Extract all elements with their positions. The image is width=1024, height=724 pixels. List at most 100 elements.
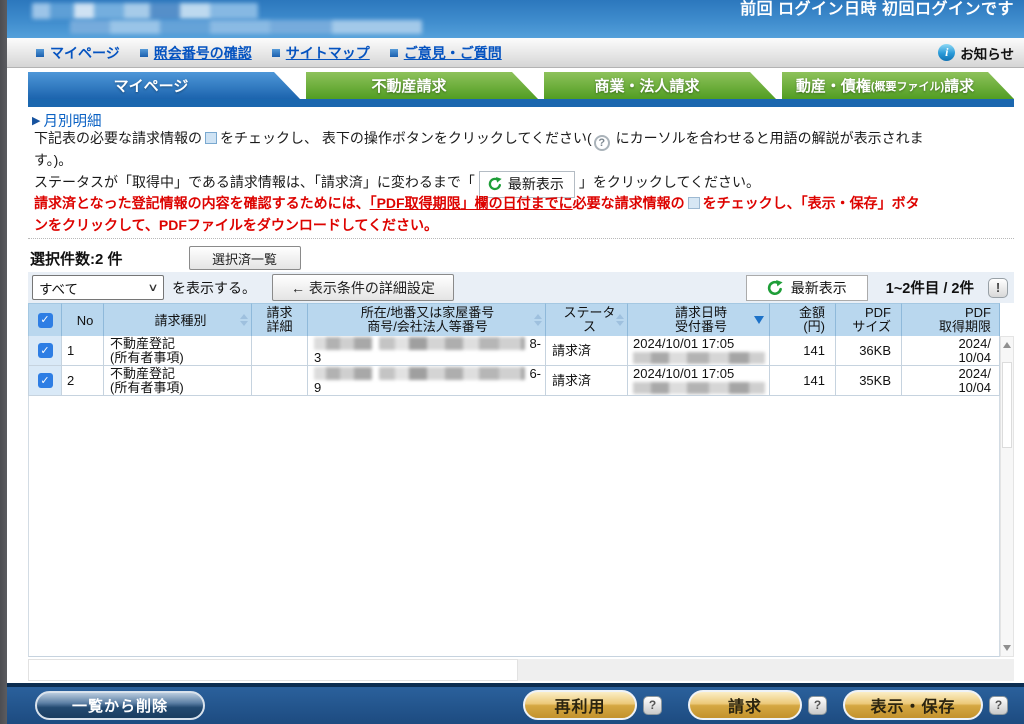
sort-icons[interactable] xyxy=(616,314,624,326)
redacted-address xyxy=(379,367,526,380)
breadcrumb-arrow-icon: ▶ xyxy=(32,115,41,127)
help-icon[interactable]: ? xyxy=(989,695,1008,715)
nav-item-feedback[interactable]: ご意見・ご質問 xyxy=(389,43,502,63)
filter-suffix: を表示する。 xyxy=(172,279,256,296)
help-icon[interactable]: ? xyxy=(643,695,662,715)
scrollbar-thumb[interactable] xyxy=(1002,362,1012,448)
dotted-separator xyxy=(28,238,1014,239)
bullet-icon xyxy=(139,48,148,57)
cell-no: 2 xyxy=(62,366,104,396)
bullet-icon xyxy=(271,48,280,57)
reuse-button[interactable]: 再利用 xyxy=(523,690,637,720)
instruction-line-2: す。)。 xyxy=(34,152,73,168)
scroll-down-icon[interactable] xyxy=(1003,645,1011,651)
alert-icon[interactable]: ! xyxy=(988,277,1008,298)
table-header-row: ✓ No 請求種別 請求 詳細 所在/地番又は家屋番号 商号/会社法人等番号 ス… xyxy=(28,303,1000,336)
sort-icons[interactable] xyxy=(240,314,248,326)
redacted-receipt-number xyxy=(633,382,765,394)
tab-real-estate-request[interactable]: 不動産請求 xyxy=(306,72,538,99)
bullet-icon xyxy=(36,48,44,57)
cell-status: 請求済 xyxy=(546,366,628,396)
tab-underline-bar xyxy=(28,99,1014,107)
row-checkbox[interactable]: ✓ xyxy=(37,343,53,358)
tab-corporate-request[interactable]: 商業・法人請求 xyxy=(544,72,776,99)
login-status-text: 前回 ログイン日時 初回ログインです xyxy=(740,1,1014,18)
display-filter-select[interactable]: すべて ∨ xyxy=(32,275,164,300)
sort-asc-icon xyxy=(616,314,624,319)
sort-desc-active-icon[interactable] xyxy=(754,316,764,324)
tab-label: マイページ xyxy=(113,78,189,95)
redacted-logo-subtitle xyxy=(70,20,422,34)
inline-checkbox-icon xyxy=(205,132,217,144)
row-checkbox[interactable]: ✓ xyxy=(37,373,53,388)
cell-datetime: 2024/10/01 17:05 xyxy=(628,336,770,366)
table-empty-area xyxy=(28,396,1000,657)
tab-movables-request[interactable]: 動産・債権 (概要ファイル) 請求 xyxy=(782,72,1014,99)
vertical-scrollbar[interactable] xyxy=(1000,336,1014,657)
redacted-logo xyxy=(32,3,258,19)
refresh-button[interactable]: 最新表示 xyxy=(745,274,868,301)
tab-label: 動産・債権 xyxy=(795,78,871,95)
cell-amount: 141 xyxy=(770,366,836,396)
selected-list-button[interactable]: 選択済一覧 xyxy=(188,246,301,270)
cell-request-detail xyxy=(252,336,308,366)
table-row: ✓ 2 不動産登記 (所有者事項) 6- 9 請求済 2024/10/01 17… xyxy=(28,366,1000,396)
warning-underlined: 「PDF取得期限」欄の日付までに xyxy=(369,195,573,211)
display-save-button[interactable]: 表示・保存 xyxy=(843,690,983,720)
refresh-button-label: 最新表示 xyxy=(790,279,847,296)
sort-desc-icon xyxy=(534,321,542,326)
help-icon: ? xyxy=(593,135,610,151)
cell-no: 1 xyxy=(62,336,104,366)
header-address[interactable]: 所在/地番又は家屋番号 商号/会社法人等番号 xyxy=(308,303,546,336)
filter-band: すべて ∨ を表示する。 ← 表示条件の詳細設定 最新表示 1~2件目 / 2件… xyxy=(28,272,1014,303)
cell-request-type: 不動産登記 (所有者事項) xyxy=(104,336,252,366)
header-no: No xyxy=(62,303,104,336)
header-pdf-size: PDF サイズ xyxy=(836,303,902,336)
sort-desc-icon xyxy=(240,321,248,326)
warning-message: 請求済となった登記情報の内容を確認するためには、「PDF取得期限」欄の日付までに… xyxy=(34,192,1014,236)
header-pdf-deadline: PDF 取得期限 xyxy=(902,303,1000,336)
warning-line-2: ンをクリックして、PDFファイルをダウンロードしてください。 xyxy=(34,217,439,233)
select-all-header-cell: ✓ xyxy=(28,303,62,336)
cell-pdf-size: 35KB xyxy=(836,366,902,396)
header-amount: 金額 (円) xyxy=(770,303,836,336)
tab-mypage[interactable]: マイページ xyxy=(28,72,300,99)
header-request-type[interactable]: 請求種別 xyxy=(104,303,252,336)
request-button[interactable]: 請求 xyxy=(688,690,802,720)
sort-desc-icon xyxy=(616,321,624,326)
sort-icons[interactable] xyxy=(534,314,542,326)
cell-pdf-deadline: 2024/ 10/04 xyxy=(902,366,1000,396)
redacted-address xyxy=(314,337,372,350)
redacted-address xyxy=(314,367,372,380)
horizontal-scrollbar[interactable] xyxy=(28,659,1014,681)
refresh-icon xyxy=(488,177,502,191)
nav-item-inquiry-number[interactable]: 照会番号の確認 xyxy=(139,43,252,63)
cell-request-type: 不動産登記 (所有者事項) xyxy=(104,366,252,396)
tab-label: 不動産請求 xyxy=(371,78,447,95)
delete-from-list-button[interactable]: 一覧から削除 xyxy=(35,690,205,720)
tab-label: 商業・法人請求 xyxy=(594,78,700,95)
bullet-icon xyxy=(389,48,398,57)
nav-bar: マイページ 照会番号の確認 サイトマップ ご意見・ご質問 i お知らせ xyxy=(0,38,1024,68)
scrollbar-thumb[interactable] xyxy=(28,659,518,681)
cell-request-detail xyxy=(252,366,308,396)
nav-label: 照会番号の確認 xyxy=(153,44,252,61)
nav-label: ご意見・ご質問 xyxy=(403,44,502,61)
notice-link[interactable]: i お知らせ xyxy=(938,43,1014,63)
select-value: すべて xyxy=(39,281,79,297)
row-checkbox-cell: ✓ xyxy=(28,366,62,396)
nav-item-sitemap[interactable]: サイトマップ xyxy=(271,43,370,63)
table-row: ✓ 1 不動産登記 (所有者事項) 8- 3 請求済 2024/10/01 17… xyxy=(28,336,1000,366)
page: 前回 ログイン日時 初回ログインです マイページ 照会番号の確認 サイトマップ … xyxy=(0,0,1024,724)
header-status[interactable]: ステータ ス xyxy=(546,303,628,336)
nav-item-mypage[interactable]: マイページ xyxy=(36,43,120,63)
select-all-checkbox[interactable]: ✓ xyxy=(37,312,53,328)
top-header: 前回 ログイン日時 初回ログインです xyxy=(0,0,1024,38)
inline-checkbox-icon xyxy=(687,197,700,209)
help-icon[interactable]: ? xyxy=(808,695,827,715)
header-datetime[interactable]: 請求日時 受付番号 xyxy=(628,303,770,336)
display-settings-button[interactable]: ← 表示条件の詳細設定 xyxy=(272,274,454,301)
scroll-up-icon[interactable] xyxy=(1003,342,1011,348)
cell-pdf-size: 36KB xyxy=(836,336,902,366)
chevron-down-icon: ∨ xyxy=(147,282,159,294)
